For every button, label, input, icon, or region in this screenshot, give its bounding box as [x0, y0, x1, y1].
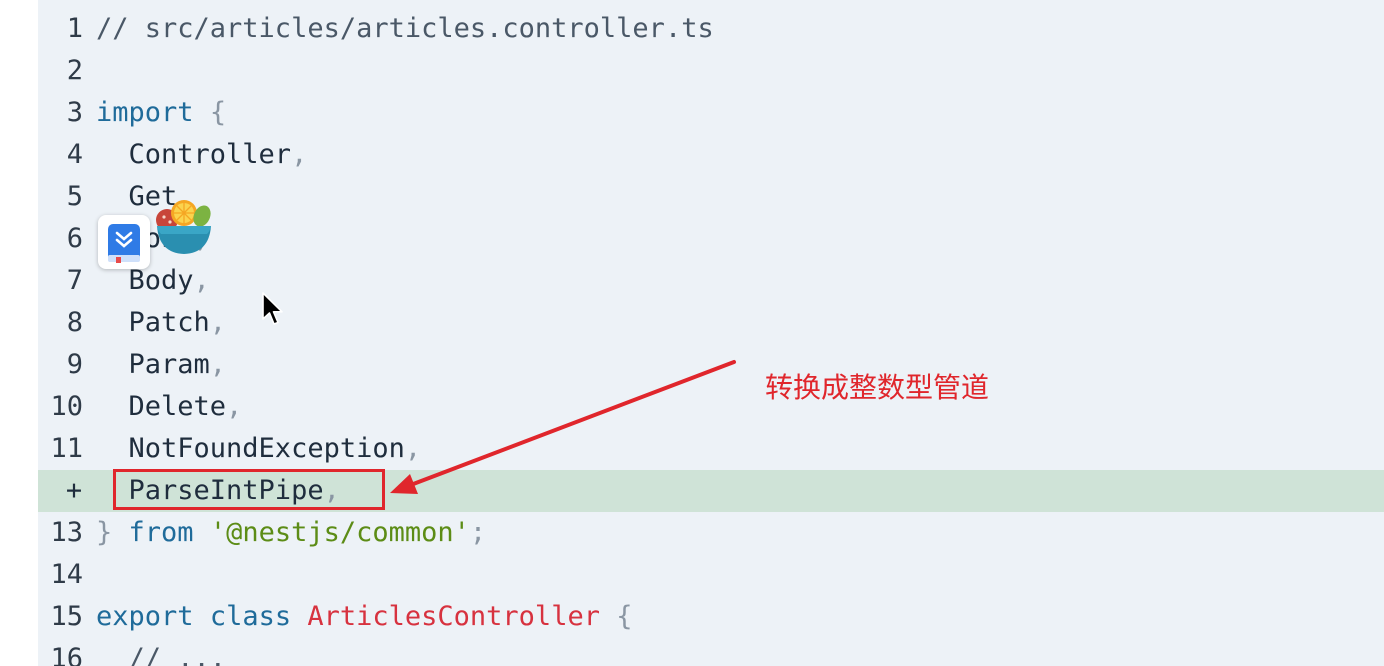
code-token: , [193, 265, 210, 296]
code-line[interactable]: 14 [38, 554, 1384, 596]
code-token: Param [96, 349, 210, 380]
code-token: NotFoundException [96, 433, 405, 464]
line-number: 1 [66, 13, 83, 44]
line-number: 15 [50, 601, 83, 632]
line-number: 13 [50, 517, 83, 548]
code-token: // ... [96, 643, 227, 666]
code-token: } [96, 517, 113, 548]
line-number: 9 [66, 349, 83, 380]
code-token: Patch [96, 307, 210, 338]
code-text: Delete, [96, 386, 243, 428]
code-token: Delete [96, 391, 227, 422]
line-number: 7 [66, 265, 83, 296]
code-token: ArticlesController [307, 601, 600, 632]
code-line[interactable]: 11 NotFoundException, [38, 428, 1384, 470]
code-token: // src/articles/articles.controller.ts [96, 13, 714, 44]
line-number: 11 [50, 433, 83, 464]
line-number: 16 [50, 643, 83, 666]
code-text: import { [96, 92, 226, 134]
code-token: , [209, 307, 227, 338]
code-line[interactable]: 9 Param, [38, 344, 1384, 386]
code-line[interactable]: 3 import { [38, 92, 1384, 134]
code-text: Patch, [96, 302, 227, 344]
code-line[interactable]: 1 // src/articles/articles.controller.ts [38, 8, 1384, 50]
code-line[interactable]: 10 Delete, [38, 386, 1384, 428]
code-token: import [96, 97, 194, 128]
code-token: , [404, 433, 422, 464]
annotation-label: 转换成整数型管道 [765, 371, 990, 404]
code-line[interactable]: 2 [38, 50, 1384, 92]
line-number: 14 [50, 559, 83, 590]
line-number: 3 [66, 97, 83, 128]
code-token: from [128, 517, 194, 548]
code-token: '@nestjs/common' [209, 517, 470, 548]
code-token: , [209, 349, 227, 380]
code-token: , [226, 391, 243, 422]
line-number: 2 [66, 55, 83, 86]
line-number: 8 [66, 307, 83, 338]
code-line[interactable]: 15 export class ArticlesController { [38, 596, 1384, 638]
code-text: } from '@nestjs/common'; [96, 512, 486, 554]
fruit-bowl-icon[interactable] [153, 198, 215, 258]
code-token: { [616, 601, 633, 632]
line-number: 5 [66, 181, 83, 212]
code-line[interactable]: 8 Patch, [38, 302, 1384, 344]
code-text: // src/articles/articles.controller.ts [96, 8, 714, 50]
code-token: class [209, 601, 292, 632]
bookmark-book-icon[interactable] [98, 215, 150, 269]
code-line[interactable]: 4 Controller, [38, 134, 1384, 176]
highlight-box [113, 469, 385, 510]
line-number: 10 [50, 391, 83, 422]
mouse-cursor-icon [262, 292, 283, 325]
screenshot-stage: 1 // src/articles/articles.controller.ts 2… [0, 0, 1384, 666]
code-token: export [96, 601, 194, 632]
code-token: Body [96, 265, 194, 296]
code-line[interactable]: 6 Post, [38, 218, 1384, 260]
code-text: // ... [96, 638, 227, 666]
code-text: Controller, [96, 134, 308, 176]
code-text: Param, [96, 344, 227, 386]
line-number: 6 [66, 223, 83, 254]
code-text: export class ArticlesController { [96, 596, 633, 638]
code-token: Controller [96, 139, 292, 170]
diff-added-marker: + [65, 475, 83, 506]
code-line[interactable]: 16 // ... [38, 638, 1384, 666]
code-line[interactable]: 13} from '@nestjs/common'; [38, 512, 1384, 554]
code-text: NotFoundException, [96, 428, 422, 470]
code-token: { [209, 97, 227, 128]
bookmark-popup[interactable] [98, 215, 150, 269]
line-number: 4 [66, 139, 83, 170]
code-token: ; [469, 517, 487, 548]
code-line[interactable]: 5 Get, [38, 176, 1384, 218]
code-line[interactable]: 7 Body, [38, 260, 1384, 302]
code-editor[interactable]: 1 // src/articles/articles.controller.ts 2… [38, 0, 1384, 666]
code-token: , [291, 139, 308, 170]
